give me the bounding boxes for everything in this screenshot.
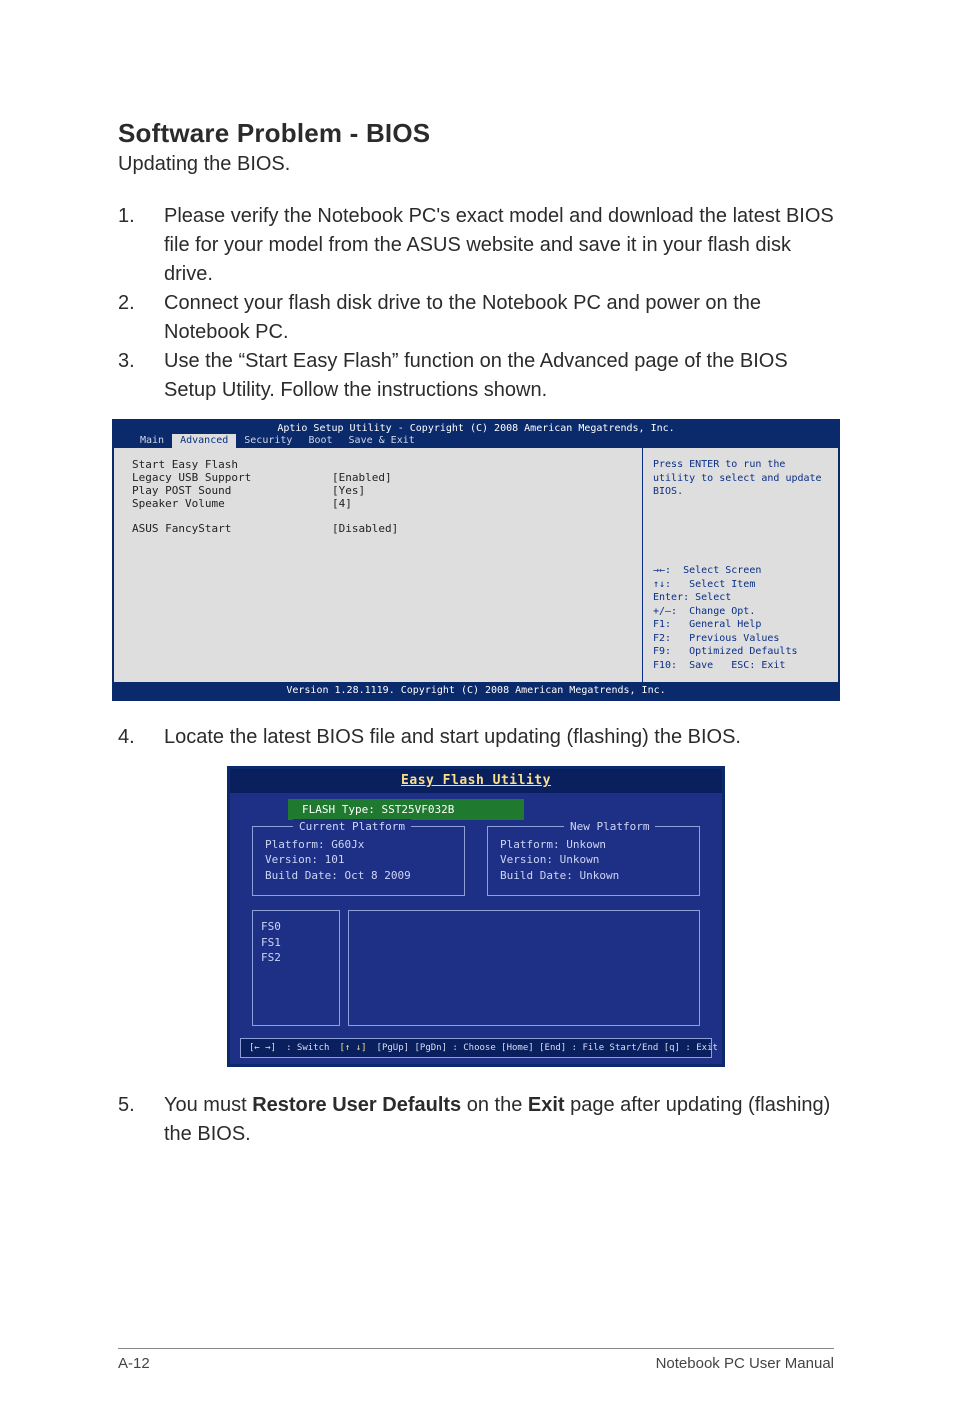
step-text: Please verify the Notebook PC's exact mo… (164, 202, 834, 289)
key-hint: ↑↓: Select Item (653, 578, 828, 592)
build-line: Build Date: Unkown (500, 868, 687, 883)
aptio-tabs: Main Advanced Security Boot Save & Exit (114, 434, 838, 448)
aptio-left-panel: Start Easy Flash Legacy USB Support[Enab… (114, 448, 642, 682)
fs-item: FS1 (261, 935, 331, 950)
key-hint: F10: Save ESC: Exit (653, 659, 828, 673)
page-number: A-12 (118, 1355, 150, 1372)
easy-flash-screenshot: Easy Flash Utility FLASH Type: SST25VF03… (227, 766, 725, 1067)
step-text: Locate the latest BIOS file and start up… (164, 723, 834, 752)
eflash-title: Easy Flash Utility (230, 769, 722, 793)
page-title: Software Problem - BIOS (118, 118, 834, 149)
key-hint: →←: Select Screen (653, 564, 828, 578)
platform-line: Platform: G60Jx (265, 837, 452, 852)
steps-list-3: 5. You must Restore User Defaults on the… (118, 1091, 834, 1149)
steps-list-2: 4. Locate the latest BIOS file and start… (118, 723, 834, 752)
eflash-flash-type: FLASH Type: SST25VF032B (288, 799, 524, 820)
bold-text: Restore User Defaults (252, 1094, 461, 1116)
aptio-bios-screenshot: Aptio Setup Utility - Copyright (C) 2008… (112, 419, 840, 701)
page-footer: A-12 Notebook PC User Manual (118, 1348, 834, 1372)
row-value: [4] (332, 497, 352, 510)
step-4: 4. Locate the latest BIOS file and start… (118, 723, 834, 752)
step-text: You must Restore User Defaults on the Ex… (164, 1091, 834, 1149)
version-line: Version: Unkown (500, 852, 687, 867)
key-hint: F9: Optimized Defaults (653, 645, 828, 659)
tab-save-exit: Save & Exit (341, 434, 423, 448)
row-label: Legacy USB Support (132, 471, 332, 484)
step-number: 1. (118, 202, 164, 289)
arrow-icon: [← →] (249, 1043, 276, 1053)
row-label: ASUS FancyStart (132, 522, 332, 535)
tab-main: Main (132, 434, 172, 448)
row-label: Start Easy Flash (132, 458, 332, 471)
row-label: Speaker Volume (132, 497, 332, 510)
arrow-icon: [↑ ↓] (339, 1043, 366, 1053)
new-platform-box: New Platform Platform: Unkown Version: U… (487, 826, 700, 896)
aptio-footer: Version 1.28.1119. Copyright (C) 2008 Am… (114, 682, 838, 699)
step-number: 2. (118, 289, 164, 347)
version-line: Version: 101 (265, 852, 452, 867)
aptio-right-panel: Press ENTER to run the utility to select… (642, 448, 838, 682)
fs-item: FS2 (261, 950, 331, 965)
tab-boot: Boot (300, 434, 340, 448)
platform-line: Platform: Unkown (500, 837, 687, 852)
aptio-key-help: →←: Select Screen ↑↓: Select Item Enter:… (653, 564, 828, 672)
step-number: 5. (118, 1091, 164, 1149)
row-label: Play POST Sound (132, 484, 332, 497)
step-2: 2. Connect your flash disk drive to the … (118, 289, 834, 347)
fieldset-legend: Current Platform (293, 819, 411, 834)
hint-text: [PgUp] [PgDn] : Choose [Home] [End] : Fi… (377, 1043, 718, 1053)
tab-advanced: Advanced (172, 434, 236, 448)
page-subtitle: Updating the BIOS. (118, 153, 834, 176)
row-value: [Enabled] (332, 471, 392, 484)
step-1: 1. Please verify the Notebook PC's exact… (118, 202, 834, 289)
manual-title: Notebook PC User Manual (656, 1355, 834, 1372)
step-number: 3. (118, 347, 164, 405)
text-fragment: on the (461, 1094, 528, 1116)
tab-security: Security (236, 434, 300, 448)
step-text: Connect your flash disk drive to the Not… (164, 289, 834, 347)
row-value: [Yes] (332, 484, 365, 497)
key-hint: Enter: Select (653, 591, 828, 605)
fieldset-legend: New Platform (564, 819, 655, 834)
step-3: 3. Use the “Start Easy Flash” function o… (118, 347, 834, 405)
key-hint: F1: General Help (653, 618, 828, 632)
eflash-footer-hints: [← →] : Switch [↑ ↓] [PgUp] [PgDn] : Cho… (240, 1038, 712, 1058)
key-hint: +/—: Change Opt. (653, 605, 828, 619)
step-number: 4. (118, 723, 164, 752)
step-text: Use the “Start Easy Flash” function on t… (164, 347, 834, 405)
step-5: 5. You must Restore User Defaults on the… (118, 1091, 834, 1149)
fs-item: FS0 (261, 919, 331, 934)
bold-text: Exit (528, 1094, 565, 1116)
aptio-help-text: Press ENTER to run the utility to select… (653, 458, 828, 499)
current-platform-box: Current Platform Platform: G60Jx Version… (252, 826, 465, 896)
hint-text: : Switch (286, 1043, 329, 1053)
row-value: [Disabled] (332, 522, 398, 535)
steps-list-1: 1. Please verify the Notebook PC's exact… (118, 202, 834, 405)
key-hint: F2: Previous Values (653, 632, 828, 646)
text-fragment: You must (164, 1094, 252, 1116)
aptio-header: Aptio Setup Utility - Copyright (C) 2008… (114, 421, 838, 434)
build-line: Build Date: Oct 8 2009 (265, 868, 452, 883)
fs-list: FS0 FS1 FS2 (252, 910, 340, 1026)
file-list-empty (348, 910, 700, 1026)
